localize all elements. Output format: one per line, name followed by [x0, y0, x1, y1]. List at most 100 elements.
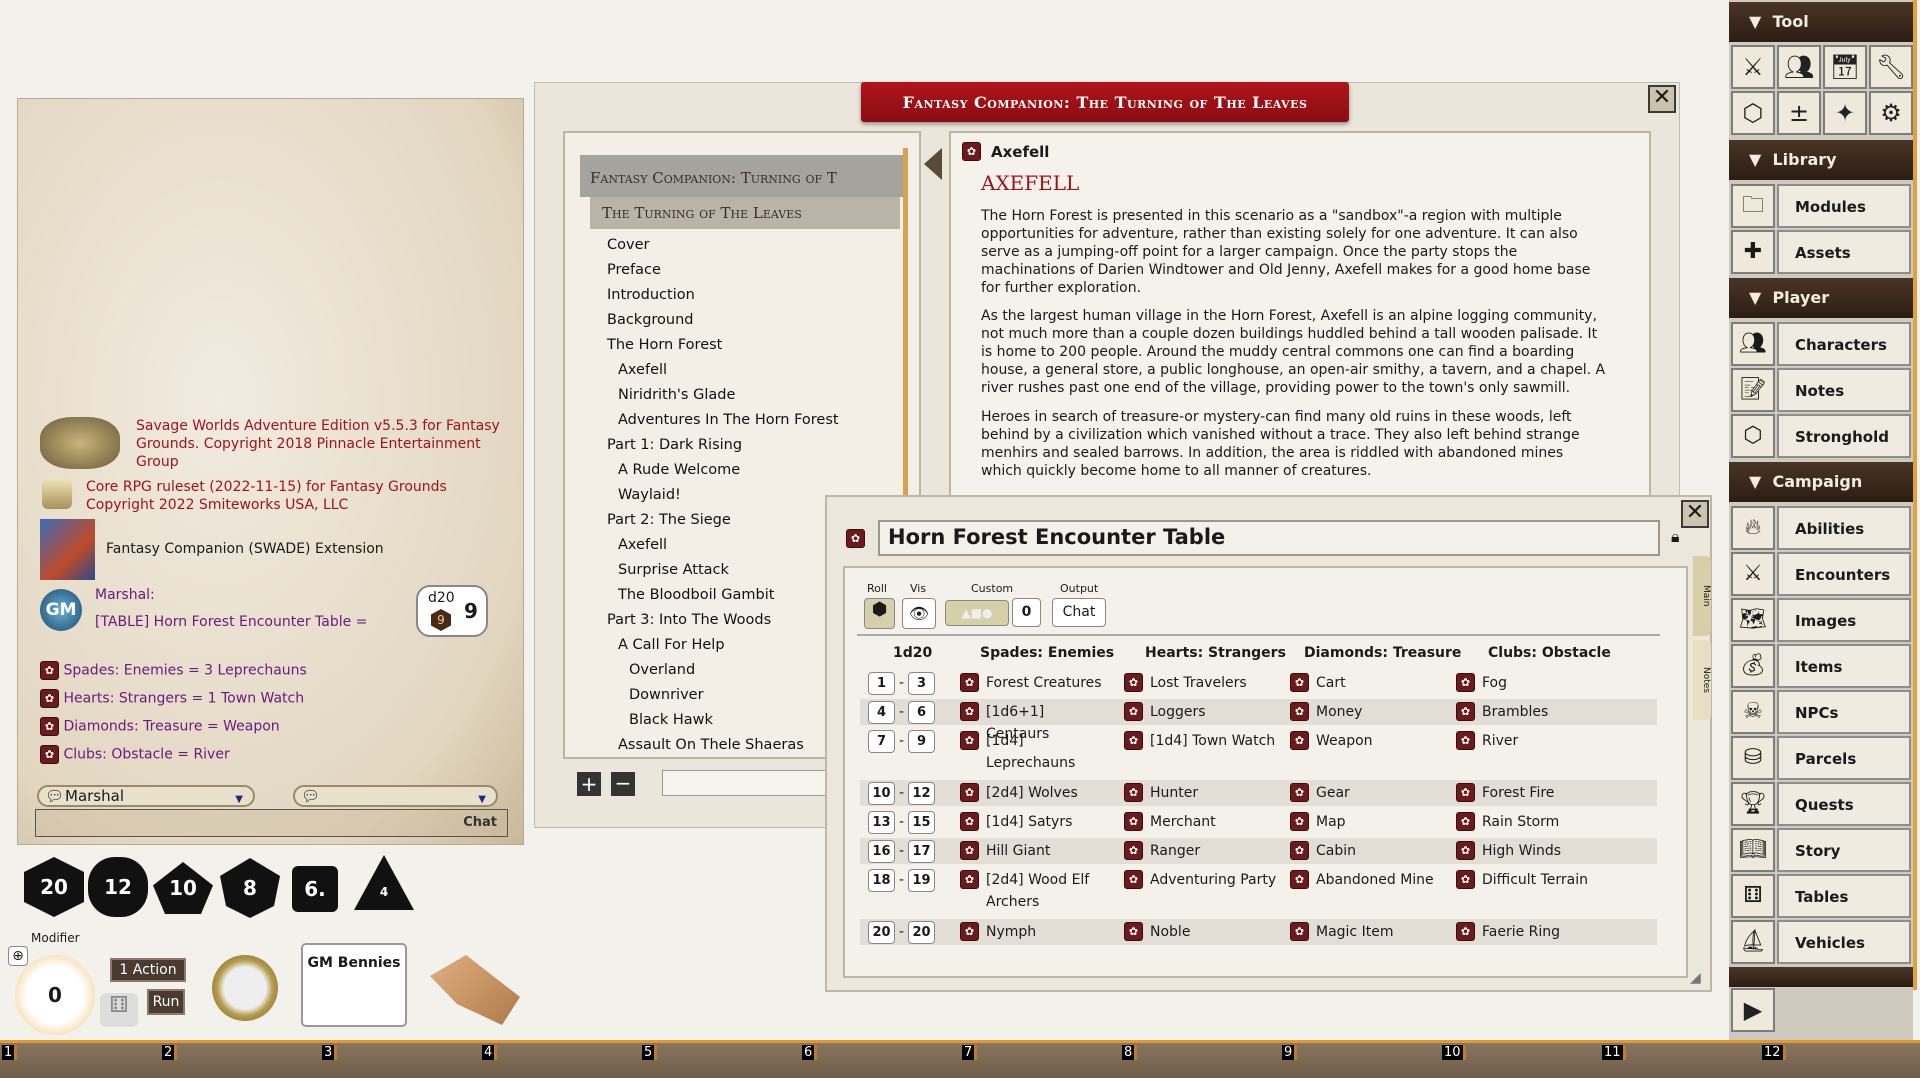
hotkey-slot[interactable]: 11: [1602, 1045, 1626, 1060]
sidebar-item-tables[interactable]: ⚅Tables: [1731, 874, 1911, 918]
hotkey-slot[interactable]: 4: [482, 1045, 497, 1060]
toc-section[interactable]: The Turning of The Leaves: [590, 197, 900, 229]
remove-page-button[interactable]: −: [611, 772, 635, 796]
plus-minus-icon[interactable]: ±: [1777, 91, 1821, 135]
d4-die[interactable]: 4: [354, 855, 414, 910]
sidebar-item-npcs[interactable]: ☠NPCs: [1731, 690, 1911, 734]
table-link-icon[interactable]: ✿: [960, 922, 979, 941]
close-story-button[interactable]: ✕: [1648, 85, 1676, 113]
table-link-icon[interactable]: ✿: [1124, 702, 1143, 721]
sidebar-item-modules[interactable]: 🗀Modules: [1731, 184, 1911, 228]
range-to[interactable]: 9: [908, 730, 935, 753]
range-from[interactable]: 7: [868, 730, 895, 753]
sidebar-item-story[interactable]: 📖︎Story: [1731, 828, 1911, 872]
table-link-icon[interactable]: ✿: [1456, 812, 1475, 831]
sidebar-item-abilities[interactable]: 🔥︎Abilities: [1731, 506, 1911, 550]
range-from[interactable]: 18: [868, 869, 895, 892]
toc-item[interactable]: Adventures In The Horn Forest: [618, 412, 839, 428]
table-link-icon[interactable]: ✿: [1456, 731, 1475, 750]
table-link-icon[interactable]: ✿: [1124, 812, 1143, 831]
chat-send-button[interactable]: Chat: [463, 815, 497, 830]
chat-mode-dropdown[interactable]: 💬︎▼: [293, 785, 498, 807]
table-cell[interactable]: Money: [1316, 701, 1456, 723]
range-to[interactable]: 6: [908, 701, 935, 724]
sidebar-item-stronghold[interactable]: ⬡Stronghold: [1731, 414, 1911, 458]
table-link-icon[interactable]: ✿: [1290, 812, 1309, 831]
table-cell[interactable]: River: [1482, 730, 1622, 752]
range-from[interactable]: 13: [868, 811, 895, 834]
table-cell[interactable]: Fog: [1482, 672, 1622, 694]
toc-item[interactable]: Assault On Thele Shaeras: [618, 737, 804, 753]
range-to[interactable]: 17: [908, 840, 935, 863]
table-link-icon[interactable]: ✿: [960, 673, 979, 692]
range-to[interactable]: 12: [908, 782, 935, 805]
table-cell[interactable]: Faerie Ring: [1482, 921, 1622, 943]
table-cell[interactable]: Rain Storm: [1482, 811, 1622, 833]
table-link-icon[interactable]: ✿: [1456, 870, 1475, 889]
table-link-icon[interactable]: ✿: [1290, 673, 1309, 692]
table-cell[interactable]: [1d4] Satyrs: [986, 811, 1111, 833]
table-title-input[interactable]: Horn Forest Encounter Table: [878, 520, 1660, 556]
table-cell[interactable]: Ranger: [1150, 840, 1290, 862]
identity-dropdown[interactable]: 💬︎Marshal▼: [37, 785, 255, 807]
d20-die[interactable]: 20: [24, 857, 84, 917]
toc-item[interactable]: Niridrith's Glade: [618, 387, 735, 403]
section-tool[interactable]: ▼ Tool: [1729, 2, 1913, 42]
toc-filter-input[interactable]: [662, 770, 826, 796]
collapse-arrow-icon[interactable]: [924, 148, 942, 180]
sidebar-item-parcels[interactable]: ⛁Parcels: [1731, 736, 1911, 780]
play-icon[interactable]: ▶: [1731, 988, 1775, 1032]
sidebar-item-vehicles[interactable]: ⛵︎Vehicles: [1731, 920, 1911, 964]
table-link-icon[interactable]: ✿: [1124, 673, 1143, 692]
chat-input[interactable]: Chat: [35, 809, 508, 837]
range-to[interactable]: 20: [908, 921, 935, 944]
sidebar-item-characters[interactable]: 👥︎Characters: [1731, 322, 1911, 366]
d10-die[interactable]: 10: [153, 862, 213, 914]
table-cell[interactable]: Hunter: [1150, 782, 1290, 804]
sidebar-item-notes[interactable]: 📝︎Notes: [1731, 368, 1911, 412]
custom-dice-slot[interactable]: ▲■●: [945, 600, 1009, 626]
sidebar-item-quests[interactable]: 🏆︎Quests: [1731, 782, 1911, 826]
table-cell[interactable]: Magic Item: [1316, 921, 1456, 943]
output-select[interactable]: Chat: [1052, 598, 1106, 627]
toc-item[interactable]: A Rude Welcome: [618, 462, 740, 478]
toc-item[interactable]: Axefell: [618, 362, 667, 378]
table-cell[interactable]: Adventuring Party: [1150, 869, 1290, 891]
d20-icon[interactable]: ⬡: [1731, 91, 1775, 135]
add-dice-icon[interactable]: ⚅: [100, 993, 138, 1027]
table-cell[interactable]: Gear: [1316, 782, 1456, 804]
hotkey-slot[interactable]: 6: [802, 1045, 817, 1060]
table-cell[interactable]: [1d4] Leprechauns: [986, 730, 1111, 774]
table-link-icon[interactable]: ✿: [1124, 783, 1143, 802]
one-action-button[interactable]: 1 Action: [110, 958, 186, 982]
table-cell[interactable]: Loggers: [1150, 701, 1290, 723]
toc-item[interactable]: The Bloodboil Gambit: [618, 587, 774, 603]
table-cell[interactable]: Merchant: [1150, 811, 1290, 833]
range-from[interactable]: 20: [868, 921, 895, 944]
toc-item[interactable]: Part 3: Into The Woods: [607, 612, 771, 628]
range-from[interactable]: 4: [868, 701, 895, 724]
section-player[interactable]: ▼ Player: [1729, 278, 1913, 318]
table-link-icon[interactable]: ✿: [1124, 731, 1143, 750]
section-collapsed[interactable]: [1729, 967, 1913, 987]
table-link-icon[interactable]: ✿: [1124, 870, 1143, 889]
crossed-swords-icon[interactable]: ⚔: [1731, 45, 1775, 89]
table-link-icon[interactable]: ✿: [960, 783, 979, 802]
sidebar-scrollbar[interactable]: [1913, 0, 1917, 990]
range-to[interactable]: 3: [908, 672, 935, 695]
d12-die[interactable]: 12: [88, 857, 148, 917]
toc-item[interactable]: Overland: [629, 662, 695, 678]
table-link-icon[interactable]: ✿: [1290, 841, 1309, 860]
hotkey-slot[interactable]: 10: [1442, 1045, 1466, 1060]
effects-icon[interactable]: ✦: [1823, 91, 1867, 135]
table-cell[interactable]: Cart: [1316, 672, 1456, 694]
hotkey-slot[interactable]: 12: [1762, 1045, 1786, 1060]
card-shoe-icon[interactable]: [430, 955, 520, 1025]
toc-item[interactable]: Part 2: The Siege: [607, 512, 731, 528]
toc-item[interactable]: Downriver: [629, 687, 704, 703]
table-cell[interactable]: Forest Creatures: [986, 672, 1111, 694]
toc-item[interactable]: Black Hawk: [629, 712, 713, 728]
table-link-icon[interactable]: ✿: [960, 731, 979, 750]
table-link-icon[interactable]: ✿: [1456, 783, 1475, 802]
toc-root[interactable]: Fantasy Companion: Turning of T: [580, 155, 905, 197]
